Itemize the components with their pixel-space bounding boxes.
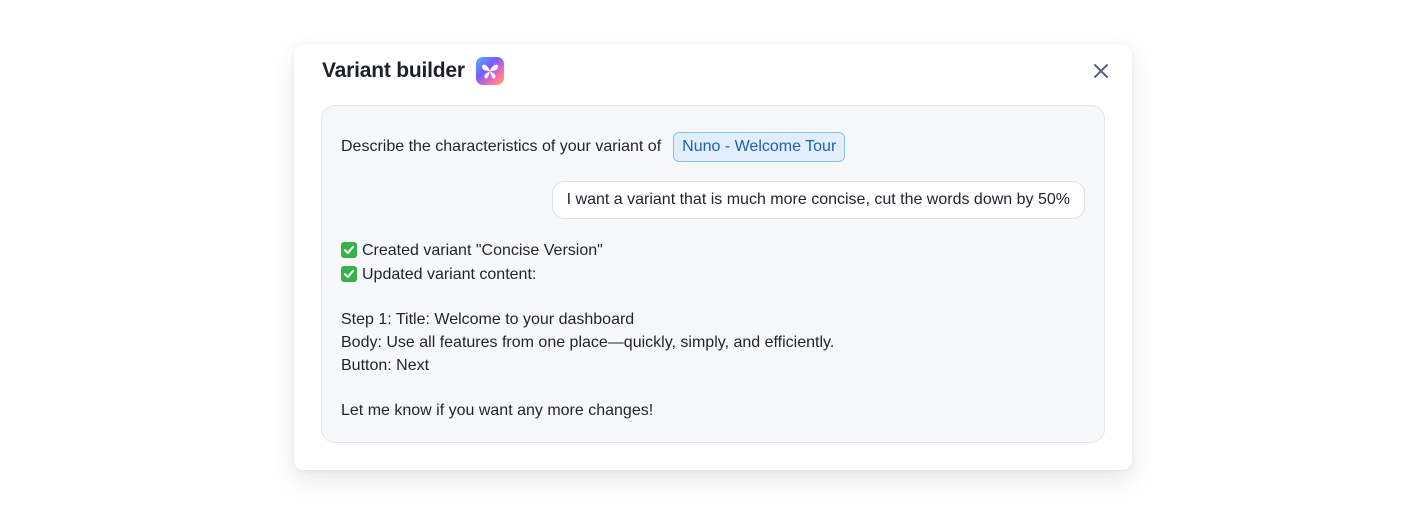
status-line-created: Created variant "Concise Version" <box>341 238 834 262</box>
modal-header: Variant builder <box>322 56 1112 86</box>
assistant-prompt: Describe the characteristics of your var… <box>341 132 846 162</box>
status-text: Created variant "Concise Version" <box>362 241 603 259</box>
step-body-line: Body: Use all features from one place—qu… <box>341 334 835 351</box>
butterfly-logo-icon <box>475 57 504 85</box>
status-line-updated: Updated variant content: <box>341 262 834 286</box>
variant-builder-modal: Variant builder Describe the characteris… <box>294 44 1132 470</box>
user-message-bubble: I want a variant that is much more conci… <box>551 181 1085 219</box>
check-icon <box>341 242 357 258</box>
assistant-reply: Created variant "Concise Version" Update… <box>341 238 834 422</box>
step-title-line: Step 1: Title: Welcome to your dashboard <box>341 311 635 328</box>
chat-panel: Describe the characteristics of your var… <box>321 105 1105 443</box>
close-icon[interactable] <box>1090 60 1112 82</box>
modal-title: Variant builder <box>322 59 465 82</box>
step-button-line: Button: Next <box>341 357 430 374</box>
closing-line: Let me know if you want any more changes… <box>341 402 654 419</box>
check-icon <box>341 266 357 282</box>
assistant-prompt-text: Describe the characteristics of your var… <box>341 138 662 155</box>
flow-chip[interactable]: Nuno - Welcome Tour <box>673 132 846 162</box>
status-text: Updated variant content: <box>362 265 537 283</box>
